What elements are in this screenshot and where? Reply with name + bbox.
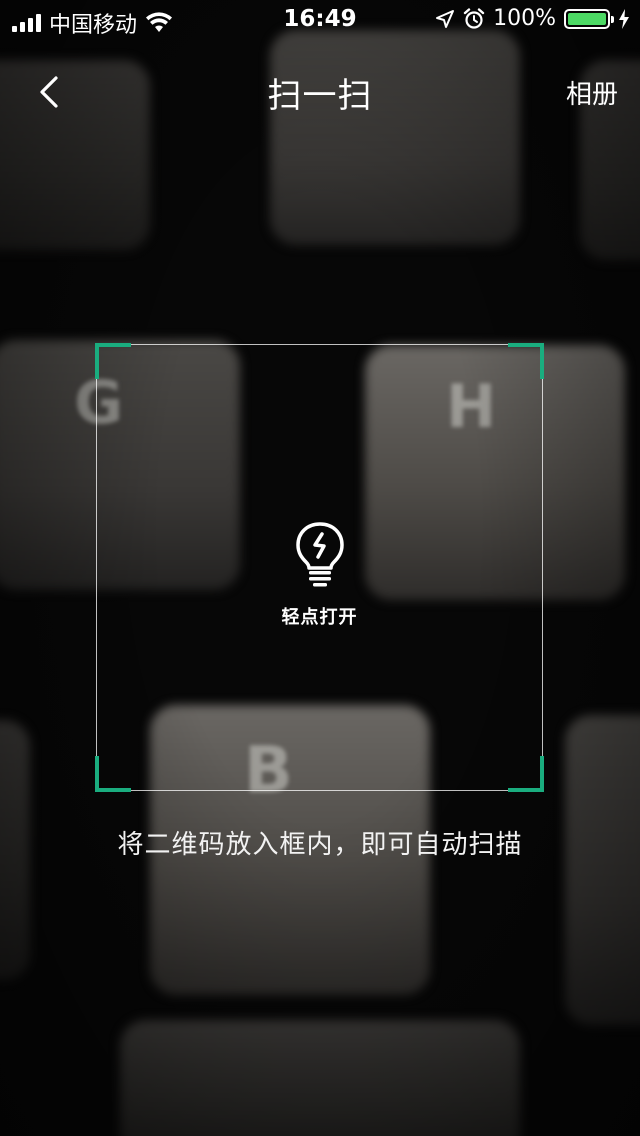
nav-bar: 扫一扫 相册 [0, 40, 640, 140]
scan-corner-top-right [508, 343, 544, 379]
status-bar: 中国移动 16:49 100% [0, 0, 640, 40]
scan-corner-bottom-left [95, 756, 131, 792]
scan-corner-top-left [95, 343, 131, 379]
scan-corner-bottom-right [508, 756, 544, 792]
alarm-icon [463, 7, 485, 29]
location-icon [436, 9, 455, 28]
charging-icon [619, 8, 629, 29]
battery-fill [568, 12, 606, 25]
scan-hint: 将二维码放入框内，即可自动扫描 [117, 830, 523, 860]
battery-icon [564, 8, 614, 29]
torch-button[interactable]: 轻点打开 [97, 521, 542, 629]
lightbulb-icon [295, 522, 344, 587]
torch-label: 轻点打开 [281, 607, 358, 628]
album-button[interactable]: 相册 [566, 74, 618, 111]
battery-percent: 100% [493, 6, 556, 31]
page-title: 扫一扫 [267, 76, 373, 116]
scan-frame: 轻点打开 [95, 343, 544, 792]
status-right: 100% [435, 6, 630, 31]
